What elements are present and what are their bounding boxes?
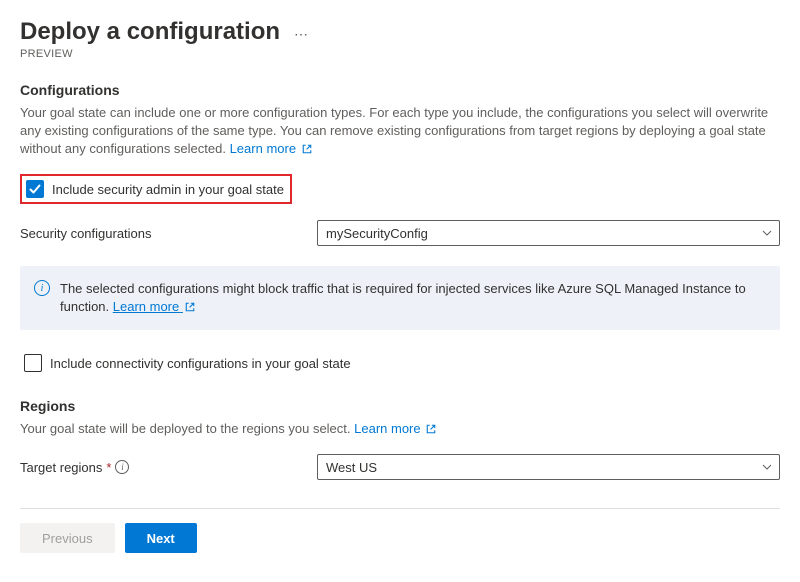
more-actions-icon[interactable]: ⋯ [294, 26, 309, 43]
configurations-description-text: Your goal state can include one or more … [20, 105, 768, 156]
security-configurations-label: Security configurations [20, 226, 317, 241]
security-configurations-select[interactable]: mySecurityConfig [317, 220, 780, 246]
info-icon: i [34, 280, 50, 296]
target-regions-field: Target regions * i West US [20, 454, 780, 480]
regions-description: Your goal state will be deployed to the … [20, 420, 780, 438]
regions-learn-more-link[interactable]: Learn more [354, 421, 436, 436]
previous-button: Previous [20, 523, 115, 553]
footer-actions: Previous Next [20, 523, 780, 567]
chevron-down-icon [761, 461, 773, 473]
security-warning-learn-more-link[interactable]: Learn more [113, 299, 195, 314]
include-connectivity-label: Include connectivity configurations in y… [50, 356, 351, 371]
include-security-admin-checkbox[interactable] [26, 180, 44, 198]
external-link-icon [302, 144, 312, 154]
required-indicator: * [106, 460, 111, 475]
footer-divider [20, 508, 780, 509]
configurations-heading: Configurations [20, 82, 780, 98]
target-regions-label: Target regions * i [20, 460, 317, 475]
external-link-icon [426, 424, 436, 434]
regions-heading: Regions [20, 398, 780, 414]
external-link-icon [185, 302, 195, 312]
regions-description-text: Your goal state will be deployed to the … [20, 421, 354, 436]
configurations-description: Your goal state can include one or more … [20, 104, 780, 158]
security-configurations-value: mySecurityConfig [326, 226, 428, 241]
target-regions-select[interactable]: West US [317, 454, 780, 480]
next-button[interactable]: Next [125, 523, 197, 553]
include-connectivity-checkbox[interactable] [24, 354, 42, 372]
preview-label: PREVIEW [20, 48, 780, 60]
security-warning-banner: i The selected configurations might bloc… [20, 266, 780, 330]
include-security-admin-row[interactable]: Include security admin in your goal stat… [20, 174, 292, 204]
page-title: Deploy a configuration [20, 18, 280, 46]
target-regions-value: West US [326, 460, 377, 475]
info-tooltip-icon[interactable]: i [115, 460, 129, 474]
chevron-down-icon [761, 227, 773, 239]
configurations-learn-more-link[interactable]: Learn more [230, 141, 312, 156]
include-security-admin-label: Include security admin in your goal stat… [52, 182, 284, 197]
include-connectivity-row[interactable]: Include connectivity configurations in y… [20, 350, 780, 376]
security-configurations-field: Security configurations mySecurityConfig [20, 220, 780, 246]
